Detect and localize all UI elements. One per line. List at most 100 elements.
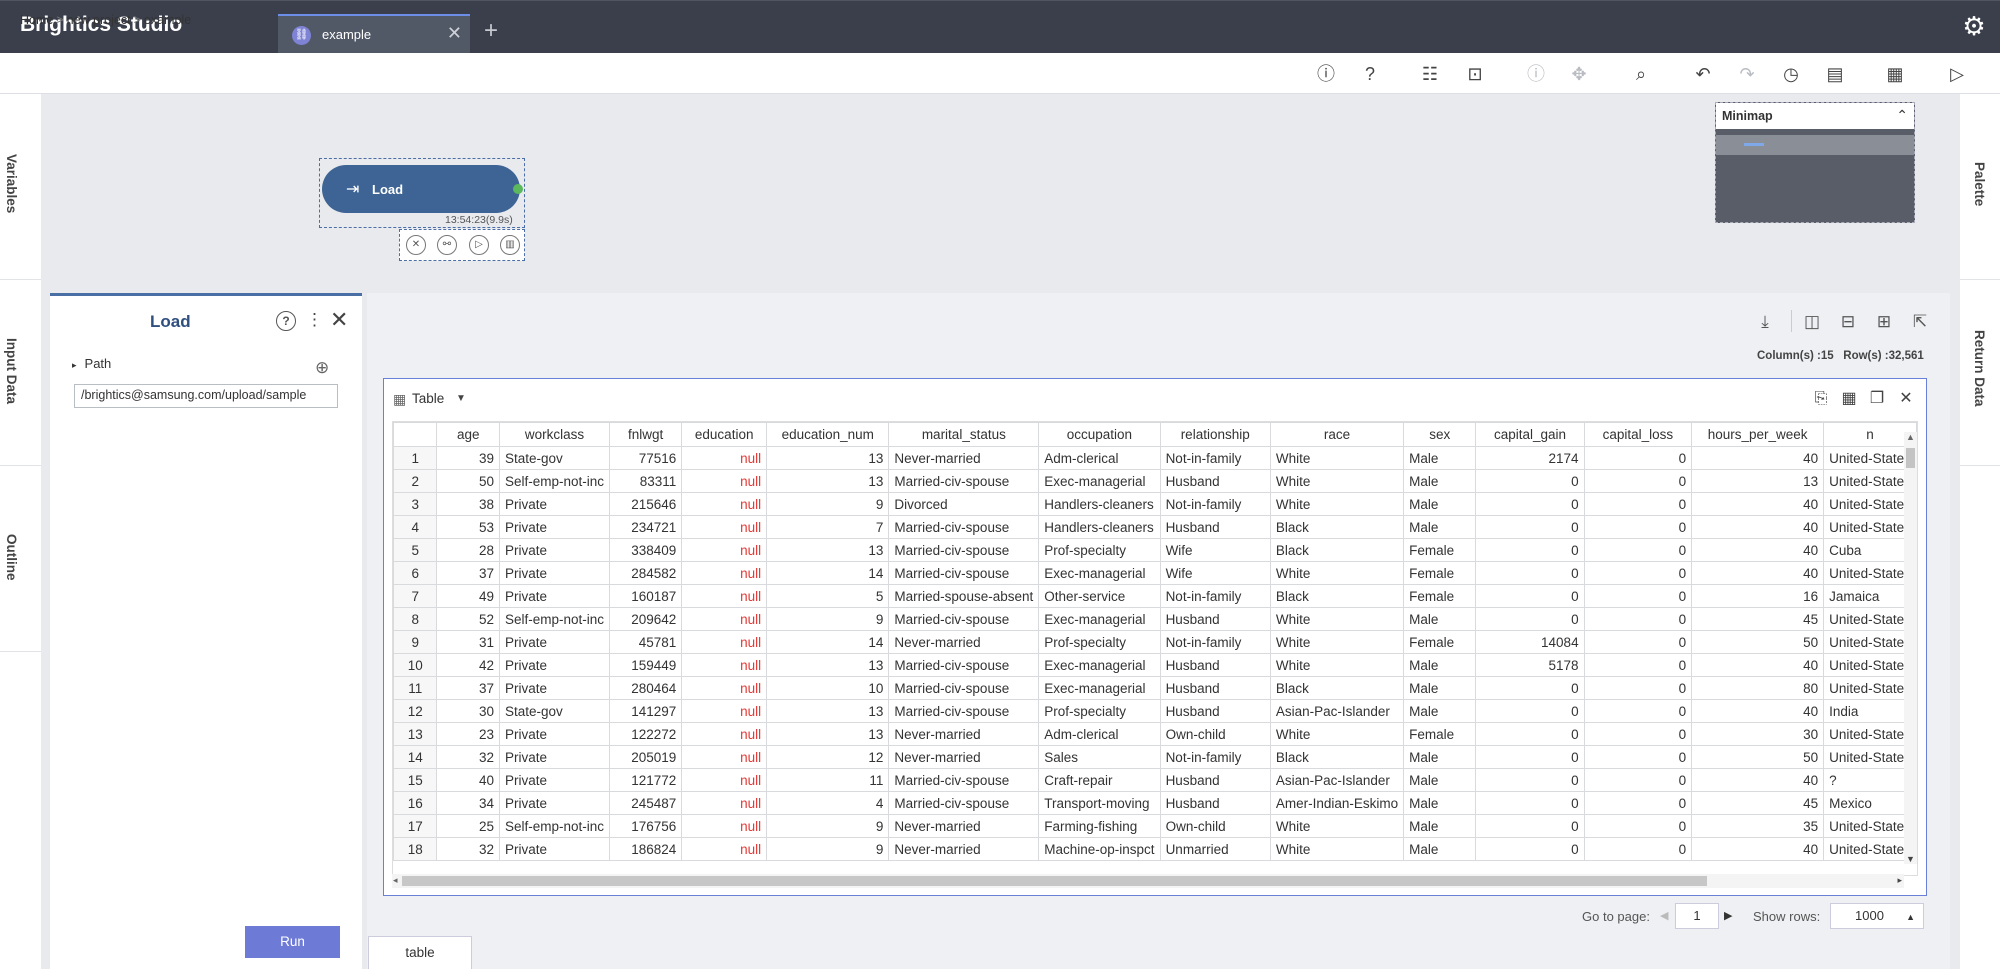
page-number-input[interactable]: 1 xyxy=(1675,903,1719,929)
table-cell[interactable]: Female xyxy=(1403,630,1477,654)
table-cell[interactable]: 40 xyxy=(1691,699,1825,723)
tab-example[interactable]: ⛓ example ✕ xyxy=(278,14,470,53)
table-cell[interactable]: Cuba xyxy=(1823,538,1917,562)
table-cell[interactable]: 0 xyxy=(1583,745,1693,769)
info-icon[interactable]: ⓘ xyxy=(1313,61,1339,87)
table-cell[interactable]: Private xyxy=(499,745,611,769)
help-icon[interactable]: ? xyxy=(1357,61,1383,87)
column-header[interactable]: capital_loss xyxy=(1583,422,1693,447)
table-cell[interactable]: 40 xyxy=(1691,768,1825,792)
table-cell[interactable]: 40 xyxy=(1691,561,1825,585)
table-cell[interactable]: Not-in-family xyxy=(1159,630,1271,654)
table-cell[interactable]: Other-service xyxy=(1038,584,1161,608)
scroll-thumb[interactable] xyxy=(402,876,1707,886)
table-cell[interactable]: 10 xyxy=(766,676,890,700)
vertical-scrollbar[interactable]: ▲ ▼ xyxy=(1904,432,1917,864)
column-header[interactable]: n xyxy=(1823,422,1917,447)
table-cell[interactable]: Male xyxy=(1403,676,1477,700)
tab-close-icon[interactable]: ✕ xyxy=(447,23,462,44)
table-cell[interactable]: null xyxy=(681,446,768,470)
table-row[interactable]: 12 30 State-gov 141297 null 13 Married-civ-spo… xyxy=(393,699,1917,723)
table-cell[interactable]: 25 xyxy=(436,814,501,838)
copy-icon[interactable]: ❐ xyxy=(1866,388,1888,410)
table-cell[interactable]: United-States xyxy=(1823,722,1917,746)
table-row[interactable]: 17 25 Self-emp-not-inc 176756 null 9 Never-mar… xyxy=(393,814,1917,838)
table-cell[interactable]: 12 xyxy=(766,745,890,769)
rows-per-page-select[interactable]: 1000 ▲ xyxy=(1830,903,1924,929)
row-number[interactable]: 9 xyxy=(393,630,438,654)
table-cell[interactable]: White xyxy=(1269,722,1405,746)
table-cell[interactable]: Never-married xyxy=(888,837,1040,861)
table-cell[interactable]: India xyxy=(1823,699,1917,723)
table-cell[interactable]: United-States xyxy=(1823,469,1917,493)
table-cell[interactable]: Prof-specialty xyxy=(1038,630,1161,654)
table-cell[interactable]: 45 xyxy=(1691,791,1825,815)
table-row[interactable]: 8 52 Self-emp-not-inc 209642 null 9 Married-ci… xyxy=(393,607,1917,631)
row-number[interactable]: 18 xyxy=(393,837,438,861)
table-cell[interactable]: null xyxy=(681,791,768,815)
rail-variables[interactable]: Variables xyxy=(0,94,41,280)
table-cell[interactable]: 0 xyxy=(1475,676,1585,700)
column-header[interactable]: sex xyxy=(1403,422,1477,447)
table-cell[interactable]: null xyxy=(681,745,768,769)
scroll-left-icon[interactable]: ◂ xyxy=(393,875,398,886)
gear-icon[interactable]: ⚙ xyxy=(1960,12,1988,40)
table-cell[interactable]: Exec-managerial xyxy=(1038,561,1161,585)
table-cell[interactable]: Female xyxy=(1403,561,1477,585)
column-header[interactable]: race xyxy=(1269,422,1405,447)
table-cell[interactable]: Wife xyxy=(1159,561,1271,585)
table-cell[interactable]: 4 xyxy=(766,791,890,815)
table-cell[interactable]: United-States xyxy=(1823,515,1917,539)
table-cell[interactable]: Private xyxy=(499,768,611,792)
table-cell[interactable]: 0 xyxy=(1583,814,1693,838)
table-cell[interactable]: 0 xyxy=(1583,768,1693,792)
table-cell[interactable]: Not-in-family xyxy=(1159,492,1271,516)
table-cell[interactable]: White xyxy=(1269,561,1405,585)
table-row[interactable]: 6 37 Private 284582 null 14 Married-civ-spouse… xyxy=(393,561,1917,585)
table-cell[interactable]: 40 xyxy=(436,768,501,792)
table-cell[interactable]: 45 xyxy=(1691,607,1825,631)
table-cell[interactable]: Married-civ-spouse xyxy=(888,607,1040,631)
table-cell[interactable]: 5 xyxy=(766,584,890,608)
next-page-icon[interactable]: ▶ xyxy=(1724,909,1732,922)
table-cell[interactable]: Married-civ-spouse xyxy=(888,768,1040,792)
table-cell[interactable]: White xyxy=(1269,446,1405,470)
column-header[interactable]: occupation xyxy=(1038,422,1161,447)
table-cell[interactable]: Husband xyxy=(1159,676,1271,700)
table-cell[interactable]: 0 xyxy=(1475,538,1585,562)
table-cell[interactable]: 30 xyxy=(436,699,501,723)
table-cell[interactable]: 0 xyxy=(1475,837,1585,861)
tab-table[interactable]: table xyxy=(368,936,472,969)
table-cell[interactable]: Husband xyxy=(1159,607,1271,631)
table-cell[interactable]: Male xyxy=(1403,607,1477,631)
table-cell[interactable]: Never-married xyxy=(888,446,1040,470)
table-cell[interactable]: Husband xyxy=(1159,653,1271,677)
horizontal-scrollbar[interactable]: ◂ ▸ xyxy=(392,874,1904,888)
table-row[interactable]: 9 31 Private 45781 null 14 Never-married Prof-s… xyxy=(393,630,1917,654)
more-icon[interactable]: ⋮ xyxy=(306,310,323,330)
table-cell[interactable]: Exec-managerial xyxy=(1038,607,1161,631)
table-cell[interactable]: 0 xyxy=(1475,492,1585,516)
table-cell[interactable]: 49 xyxy=(436,584,501,608)
table-cell[interactable]: Machine-op-inspct xyxy=(1038,837,1161,861)
table-cell[interactable]: 0 xyxy=(1475,607,1585,631)
table-cell[interactable]: White xyxy=(1269,469,1405,493)
table-cell[interactable]: Black xyxy=(1269,676,1405,700)
table-cell[interactable]: 0 xyxy=(1583,722,1693,746)
table-cell[interactable]: 42 xyxy=(436,653,501,677)
rail-outline[interactable]: Outline xyxy=(0,466,41,652)
table-cell[interactable]: 215646 xyxy=(609,492,683,516)
data-grid[interactable]: age workclass fnlwgt education education_num… xyxy=(392,421,1918,876)
table-cell[interactable]: Private xyxy=(499,653,611,677)
link-icon[interactable]: ⚯ xyxy=(437,235,457,255)
table-cell[interactable]: null xyxy=(681,676,768,700)
row-number[interactable]: 3 xyxy=(393,492,438,516)
table-cell[interactable]: State-gov xyxy=(499,699,611,723)
table-cell[interactable]: 0 xyxy=(1583,676,1693,700)
table-cell[interactable]: 13 xyxy=(766,469,890,493)
table-cell[interactable]: 209642 xyxy=(609,607,683,631)
table-cell[interactable]: 80 xyxy=(1691,676,1825,700)
table-cell[interactable]: null xyxy=(681,699,768,723)
table-cell[interactable]: null xyxy=(681,722,768,746)
table-cell[interactable]: 176756 xyxy=(609,814,683,838)
